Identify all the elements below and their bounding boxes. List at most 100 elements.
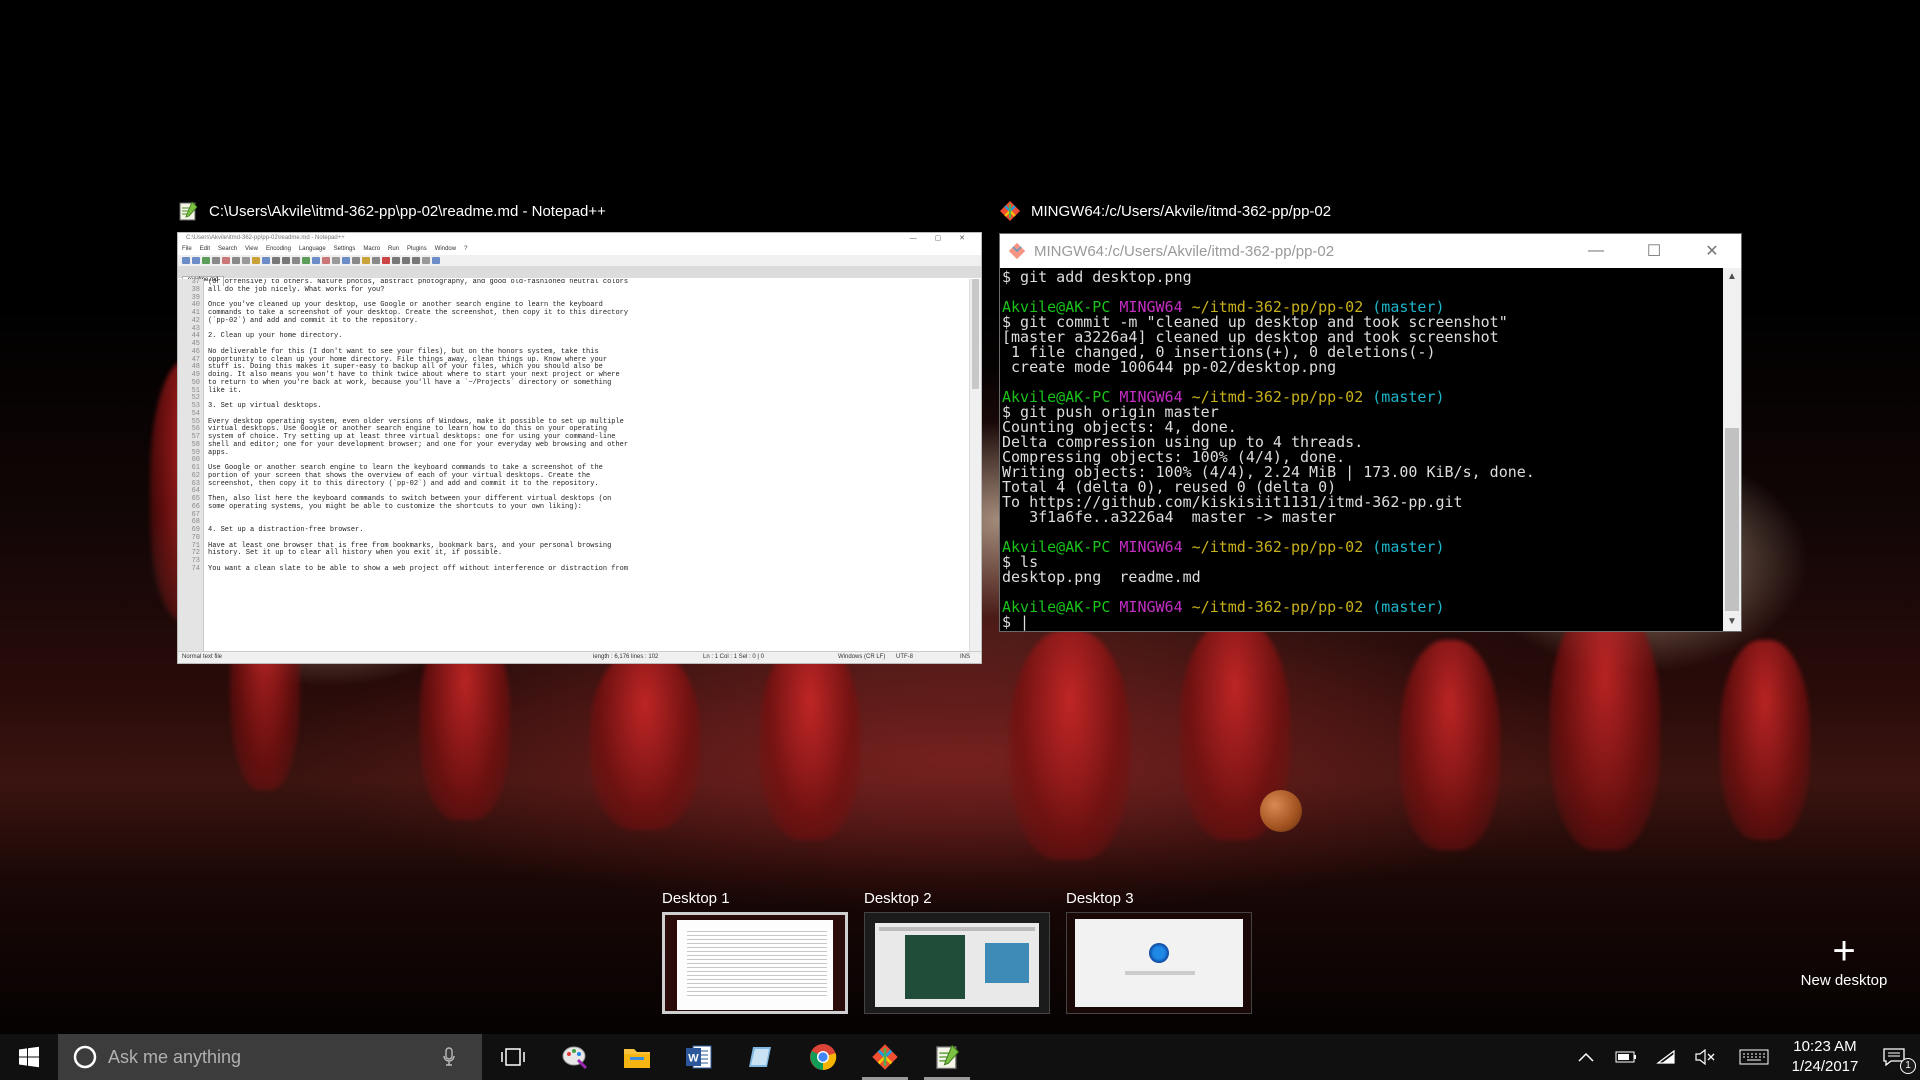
line-number: 74: [191, 564, 200, 573]
window-title-text: C:\Users\Akvile\itmd-362-pp\pp-02\readme…: [209, 202, 606, 220]
desktop-thumbnail[interactable]: [1066, 912, 1252, 1014]
menu-item: Plugins: [407, 246, 427, 252]
status-position: Ln : 1 Col : 1 Sel : 0 | 0: [703, 654, 764, 660]
taskbar-app-word[interactable]: W: [668, 1034, 730, 1080]
touch-keyboard-icon[interactable]: [1726, 1034, 1782, 1080]
prompt-segment: (master): [1372, 598, 1445, 616]
toolbar-button-icon: [392, 257, 400, 264]
system-tray: 10:23 AM 1/24/2017 1: [1566, 1034, 1920, 1080]
wallpaper-figure: [760, 640, 860, 840]
menu-item: Language: [298, 246, 326, 252]
terminal-text: $ |: [1002, 613, 1030, 631]
terminal-output: $ git add desktop.png Akvile@AK-PC MINGW6…: [1000, 268, 1723, 631]
notification-count-badge: 1: [1900, 1058, 1916, 1074]
taskbar-app-paint[interactable]: [544, 1034, 606, 1080]
system-clock[interactable]: 10:23 AM 1/24/2017: [1782, 1037, 1868, 1077]
toolbar-button-icon: [362, 257, 370, 264]
editor-line: like it.: [208, 386, 242, 395]
prompt-segment: ~/itmd-362-pp/pp-02: [1191, 598, 1373, 616]
desktop-3[interactable]: Desktop 3: [1066, 890, 1252, 1014]
notepad-plus-plus-icon: [179, 201, 198, 221]
menu-item: Macro: [363, 246, 381, 252]
wallpaper-figure: [1720, 640, 1810, 840]
toolbar-button-icon: [192, 257, 200, 264]
menu-item: Encoding: [265, 246, 291, 252]
clock-date: 1/24/2017: [1791, 1058, 1859, 1075]
toolbar-button-icon: [382, 257, 390, 264]
git-bash-icon: [1008, 242, 1026, 260]
taskbar-app-git-bash[interactable]: [854, 1034, 916, 1080]
show-hidden-icons-chevron-up-icon[interactable]: [1566, 1034, 1606, 1080]
mini-notepad-window: [677, 920, 833, 1010]
basketball: [1260, 790, 1302, 832]
toolbar-button-icon: [422, 257, 430, 264]
git-bash-icon: [1000, 201, 1020, 221]
menu-item: Edit: [199, 246, 211, 252]
editor-line: 2. Clean up your home directory.: [208, 332, 343, 341]
task-view-button[interactable]: [482, 1034, 544, 1080]
paint-icon: [562, 1046, 588, 1070]
notepad-tabbar: readme.md: [178, 267, 981, 286]
desktop-2[interactable]: Desktop 2: [864, 890, 1050, 1014]
editor-text: (or offensive) to others. Nature photos,…: [204, 279, 969, 651]
terminal-scrollbar: ▲ ▼: [1723, 268, 1741, 631]
notepad-toolbar: [178, 255, 981, 267]
desktop-thumbnail[interactable]: [662, 912, 848, 1014]
taskbar-app-notes[interactable]: [730, 1034, 792, 1080]
window-title-terminal[interactable]: MINGW64:/c/Users/Akvile/itmd-362-pp/pp-0…: [999, 200, 1331, 222]
start-button[interactable]: [0, 1034, 58, 1080]
taskbar-app-chrome[interactable]: [792, 1034, 854, 1080]
notepad-editor: 37 38 39 40 41 42 43 44 45 46 47 48 49 50 51 52 53 54 55 56…: [178, 278, 969, 651]
editor-line: shell and editor; one for your developme…: [208, 440, 629, 449]
toolbar-button-icon: [352, 257, 360, 264]
task-view-icon: [501, 1048, 525, 1066]
cortana-icon: [73, 1045, 97, 1069]
scroll-down-icon: ▼: [1727, 616, 1737, 627]
scrollbar-thumb: [1725, 428, 1739, 611]
notepad-statusbar: Normal text file length : 6,176 lines : …: [178, 651, 981, 663]
action-center-button[interactable]: 1: [1868, 1034, 1920, 1080]
window-title-notepad[interactable]: C:\Users\Akvile\itmd-362-pp\pp-02\readme…: [177, 200, 606, 222]
microphone-icon[interactable]: [442, 1047, 456, 1067]
word-icon: W: [686, 1045, 712, 1069]
battery-icon[interactable]: [1606, 1034, 1646, 1080]
taskbar-app-file-explorer[interactable]: [606, 1034, 668, 1080]
terminal-text: 3f1a6fe..a3226a4 master -> master: [1002, 508, 1337, 526]
toolbar-button-icon: [332, 257, 340, 264]
desktop-label: Desktop 3: [1066, 890, 1134, 907]
git-bash-icon: [872, 1044, 898, 1070]
notepad-menubar: File Edit Search View Encoding Language Settin…: [178, 245, 981, 255]
wallpaper-figure: [1550, 600, 1660, 850]
toolbar-button-icon: [252, 257, 260, 264]
cortana-search-box[interactable]: [58, 1034, 482, 1080]
status-mode: INS: [960, 654, 971, 660]
editor-line: 4. Set up a distraction-free browser.: [208, 526, 364, 534]
wallpaper-figure: [1010, 630, 1130, 860]
toolbar-button-icon: [272, 257, 280, 264]
notepad-window-thumbnail[interactable]: C:\Users\Akvile\itmd-362-pp\pp-02\readme…: [177, 232, 982, 664]
scroll-up-icon: ▲: [1727, 271, 1737, 282]
editor-line: to return to when you're back at work, b…: [208, 378, 612, 387]
menu-item: ?: [464, 246, 468, 252]
volume-muted-icon[interactable]: [1686, 1034, 1726, 1080]
terminal-titlebar: MINGW64:/c/Users/Akvile/itmd-362-pp/pp-0…: [1000, 234, 1741, 268]
toolbar-button-icon: [262, 257, 270, 264]
clock-time: 10:23 AM: [1793, 1038, 1857, 1055]
wallpaper-figure: [590, 650, 700, 830]
menu-item: Run: [388, 246, 400, 252]
new-desktop-button[interactable]: + New desktop: [1798, 931, 1890, 989]
terminal-window-thumbnail[interactable]: MINGW64:/c/Users/Akvile/itmd-362-pp/pp-0…: [999, 233, 1742, 632]
notepad-scrollbar: [969, 279, 981, 651]
desktop-thumbnail[interactable]: [864, 912, 1050, 1014]
status-length: length : 6,176 lines : 102: [593, 654, 659, 660]
menu-item: Settings: [333, 246, 356, 252]
line-number-gutter: 37 38 39 40 41 42 43 44 45 46 47 48 49 50 51 52 53 54 55 56…: [178, 278, 204, 651]
toolbar-button-icon: [372, 257, 380, 264]
taskbar-app-notepad-plus-plus[interactable]: [916, 1034, 978, 1080]
svg-text:W: W: [688, 1053, 699, 1065]
wifi-icon[interactable]: [1646, 1034, 1686, 1080]
search-input[interactable]: [108, 1046, 428, 1068]
desktop-1[interactable]: Desktop 1: [662, 890, 848, 1014]
terminal-line: Akvile@AK-PC MINGW64 ~/itmd-362-pp/pp-02…: [1002, 600, 1721, 615]
